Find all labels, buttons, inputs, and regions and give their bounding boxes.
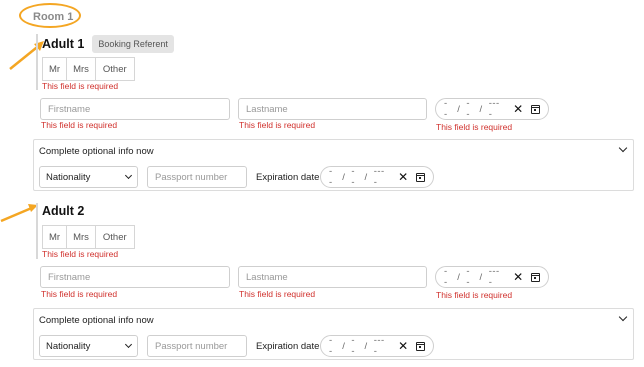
date-separator: / xyxy=(457,103,461,115)
expiration-day: -- xyxy=(329,166,333,188)
date-separator: / xyxy=(457,271,461,283)
expiration-month: -- xyxy=(351,335,356,357)
nationality-select[interactable]: Nationality xyxy=(39,166,138,188)
passport-input[interactable]: Passport number xyxy=(147,166,247,188)
nationality-value: Nationality xyxy=(46,340,91,352)
birthdate-month: -- xyxy=(466,266,471,288)
optional-info-panel: Complete optional info now Nationality P… xyxy=(33,308,634,360)
optional-info-panel: Complete optional info now Nationality P… xyxy=(33,139,634,191)
calendar-icon[interactable] xyxy=(415,172,426,182)
close-icon[interactable]: ✕ xyxy=(513,102,523,116)
lastname-error: This field is required xyxy=(239,289,316,299)
birthdate-year: ---- xyxy=(488,98,500,120)
birthdate-error: This field is required xyxy=(436,122,513,132)
title-option-other[interactable]: Other xyxy=(94,57,135,81)
adult-header: Adult 1 Booking Referent xyxy=(42,35,174,53)
date-separator: / xyxy=(479,103,483,115)
title-error: This field is required xyxy=(42,81,119,91)
firstname-input[interactable]: Firstname xyxy=(40,266,230,288)
adult-title: Adult 1 xyxy=(42,37,85,51)
adult-title: Adult 2 xyxy=(42,204,85,218)
title-option-mr[interactable]: Mr xyxy=(42,225,68,249)
nationality-select[interactable]: Nationality xyxy=(39,335,138,357)
title-option-other[interactable]: Other xyxy=(94,225,135,249)
optional-info-toggle[interactable]: Complete optional info now xyxy=(39,315,154,326)
birthdate-year: ---- xyxy=(488,266,500,288)
birthdate-input[interactable]: -- / -- / ---- ✕ xyxy=(435,266,549,288)
birthdate-month: -- xyxy=(466,98,471,120)
title-error: This field is required xyxy=(42,249,119,259)
close-icon[interactable]: ✕ xyxy=(513,270,523,284)
close-icon[interactable]: ✕ xyxy=(398,339,408,353)
title-option-mrs[interactable]: Mrs xyxy=(66,225,96,249)
arrow-annotation-icon xyxy=(9,41,44,70)
section-divider xyxy=(36,34,38,90)
lastname-input[interactable]: Lastname xyxy=(238,98,427,120)
expiration-date-input[interactable]: -- / -- / ---- ✕ xyxy=(320,335,434,357)
section-divider xyxy=(36,203,38,259)
birthdate-error: This field is required xyxy=(436,290,513,300)
firstname-input[interactable]: Firstname xyxy=(40,98,230,120)
firstname-error: This field is required xyxy=(41,120,118,130)
date-separator: / xyxy=(342,171,346,183)
calendar-icon[interactable] xyxy=(415,341,426,351)
chevron-down-icon xyxy=(124,171,133,180)
booking-referent-badge: Booking Referent xyxy=(92,35,174,53)
calendar-icon[interactable] xyxy=(530,272,541,282)
title-selector: Mr Mrs Other xyxy=(42,225,135,249)
chevron-down-icon[interactable] xyxy=(618,143,628,153)
chevron-down-icon[interactable] xyxy=(618,312,628,322)
expiration-year: ---- xyxy=(373,335,385,357)
chevron-down-icon xyxy=(124,340,133,349)
lastname-input[interactable]: Lastname xyxy=(238,266,427,288)
expiration-label: Expiration date xyxy=(256,172,320,183)
date-separator: / xyxy=(364,340,368,352)
expiration-date-input[interactable]: -- / -- / ---- ✕ xyxy=(320,166,434,188)
date-separator: / xyxy=(479,271,483,283)
expiration-month: -- xyxy=(351,166,356,188)
calendar-icon[interactable] xyxy=(530,104,541,114)
expiration-label: Expiration date xyxy=(256,341,320,352)
adult-header: Adult 2 xyxy=(42,204,84,218)
title-option-mrs[interactable]: Mrs xyxy=(66,57,96,81)
close-icon[interactable]: ✕ xyxy=(398,170,408,184)
title-option-mr[interactable]: Mr xyxy=(42,57,68,81)
birthdate-input[interactable]: -- / -- / ---- ✕ xyxy=(435,98,549,120)
nationality-value: Nationality xyxy=(46,171,91,183)
lastname-error: This field is required xyxy=(239,120,316,130)
passport-input[interactable]: Passport number xyxy=(147,335,247,357)
expiration-year: ---- xyxy=(373,166,385,188)
birthdate-day: -- xyxy=(444,98,448,120)
birthdate-day: -- xyxy=(444,266,448,288)
title-selector: Mr Mrs Other xyxy=(42,57,135,81)
optional-info-toggle[interactable]: Complete optional info now xyxy=(39,146,154,157)
date-separator: / xyxy=(364,171,368,183)
date-separator: / xyxy=(342,340,346,352)
expiration-day: -- xyxy=(329,335,333,357)
firstname-error: This field is required xyxy=(41,289,118,299)
arrow-annotation-icon xyxy=(0,204,38,223)
room-title: Room 1 xyxy=(33,11,74,23)
